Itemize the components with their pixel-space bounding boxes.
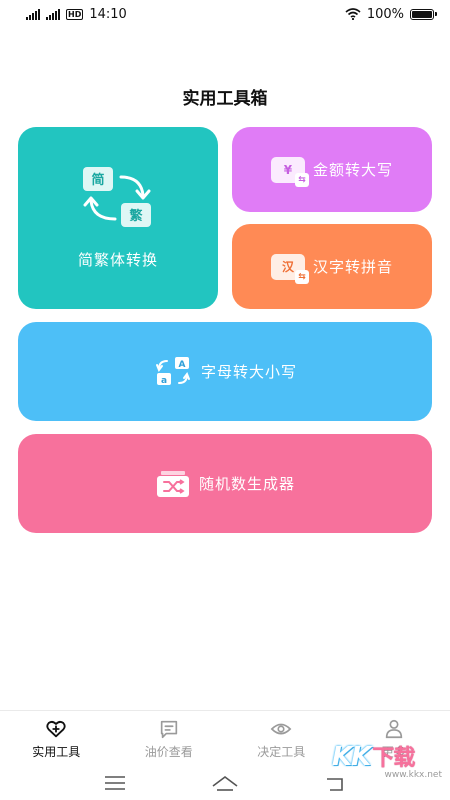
- random-gen-label: 随机数生成器: [198, 475, 295, 493]
- money-upper-label: 金额转大写: [312, 161, 393, 179]
- signal-4g-icon: [26, 8, 40, 20]
- svg-text:a: a: [161, 376, 167, 386]
- home-icon: [212, 776, 238, 791]
- letter-case-label: 字母转大小写: [200, 363, 297, 381]
- eye-icon: [270, 723, 292, 734]
- status-time: 14:10: [89, 6, 127, 22]
- convert-icon: 简 繁: [79, 166, 157, 229]
- hd-voice-icon: HD: [66, 8, 84, 20]
- letter-case-icon: A a: [155, 356, 190, 386]
- person-icon: [385, 719, 402, 738]
- home-nav-button[interactable]: [210, 772, 240, 794]
- svg-text:A: A: [179, 360, 186, 370]
- hanzi-exchange-icon: 汉 ⇆: [270, 253, 309, 284]
- simp-trad-label: 简繁体转换: [77, 250, 158, 269]
- status-left: HD 14:10: [26, 7, 127, 22]
- back-icon: [327, 778, 343, 791]
- signal-5g-icon: [46, 8, 60, 20]
- tab-oil-price[interactable]: 油价查看: [113, 711, 226, 766]
- tab-oil-price-label: 油价查看: [144, 744, 193, 759]
- menu-icon: [105, 776, 125, 790]
- battery-percent: 100%: [366, 6, 404, 22]
- status-bar: HD 14:10 100%: [0, 0, 450, 28]
- tab-decide-label: 决定工具: [257, 744, 306, 759]
- bottom-tab-bar: 实用工具 油价查看 决定工具 更多: [0, 710, 450, 766]
- cycle-arrows-icon: [83, 175, 151, 220]
- page-title: 实用工具箱: [182, 89, 268, 109]
- hanzi-to-pinyin-card[interactable]: 汉 ⇆ 汉字转拼音: [232, 224, 432, 309]
- random-number-card[interactable]: 随机数生成器: [18, 434, 432, 533]
- tab-decide[interactable]: 决定工具: [225, 711, 338, 766]
- message-icon: [160, 720, 177, 738]
- tab-tools[interactable]: 实用工具: [0, 711, 113, 766]
- tab-more[interactable]: 更多: [338, 711, 450, 766]
- yen-exchange-icon: ¥ ⇆: [270, 156, 309, 187]
- tab-tools-label: 实用工具: [32, 744, 81, 759]
- status-right: 100%: [345, 6, 437, 22]
- back-nav-button[interactable]: [320, 772, 350, 794]
- tab-more-label: 更多: [381, 744, 406, 759]
- shuffle-icon: [156, 470, 189, 497]
- wifi-icon: [345, 8, 361, 20]
- money-to-upper-card[interactable]: ¥ ⇆ 金额转大写: [232, 127, 432, 212]
- simp-trad-convert-card[interactable]: 简 繁 简繁体转换: [18, 127, 218, 309]
- system-nav-bar: [0, 766, 450, 800]
- heart-plus-icon: [46, 720, 66, 737]
- battery-icon: [410, 8, 437, 20]
- hanzi-pinyin-label: 汉字转拼音: [312, 258, 393, 276]
- menu-nav-button[interactable]: [100, 772, 130, 794]
- letter-case-card[interactable]: A a 字母转大小写: [18, 322, 432, 421]
